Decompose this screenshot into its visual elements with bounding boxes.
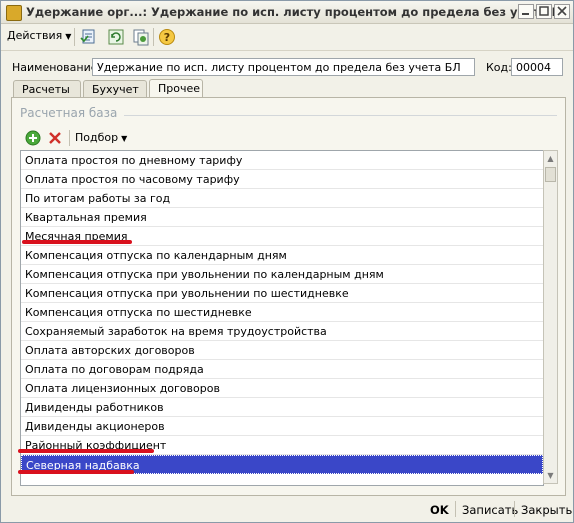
copy-record-icon <box>133 29 149 46</box>
list-item[interactable]: Компенсация отпуска при увольнении по ка… <box>21 265 543 284</box>
delete-item-button[interactable] <box>47 129 63 147</box>
add-icon <box>25 130 41 146</box>
scroll-down-icon[interactable]: ▼ <box>544 469 557 482</box>
refresh-button[interactable] <box>107 28 125 46</box>
actions-menu[interactable]: Действия ▼ <box>7 29 71 42</box>
tab-accounting[interactable]: Бухучет <box>83 80 147 97</box>
dropdown-arrow-icon: ▼ <box>121 134 128 143</box>
name-label: Наименование: <box>12 61 102 74</box>
scroll-thumb[interactable] <box>545 167 556 182</box>
list-item[interactable]: Компенсация отпуска по календарным дням <box>21 246 543 265</box>
name-field[interactable]: Удержание по исп. листу процентом до пре… <box>92 58 475 76</box>
list-item[interactable]: Оплата простоя по дневному тарифу <box>21 151 543 170</box>
list-item[interactable]: Компенсация отпуска по шестидневке <box>21 303 543 322</box>
list-scrollbar[interactable]: ▲ ▼ <box>543 150 558 484</box>
svg-text:?: ? <box>164 31 170 44</box>
list-item[interactable]: Дивиденды акционеров <box>21 417 543 436</box>
toolbar-separator <box>74 28 75 46</box>
toolbar-separator <box>153 28 154 46</box>
help-icon: ? <box>159 29 175 45</box>
code-field[interactable]: 00004 <box>511 58 563 76</box>
code-label: Код: <box>486 61 512 74</box>
post-document-button[interactable] <box>80 28 98 46</box>
tab-other[interactable]: Прочее <box>149 79 203 98</box>
close-form-button[interactable]: Закрыть <box>521 503 572 517</box>
delete-icon <box>49 132 61 144</box>
list-item[interactable]: Компенсация отпуска при увольнении по ше… <box>21 284 543 303</box>
close-icon <box>557 6 567 16</box>
add-item-button[interactable] <box>24 129 42 147</box>
save-button[interactable]: Записать <box>462 503 518 517</box>
list-item[interactable]: Квартальная премия <box>21 208 543 227</box>
main-toolbar: Действия ▼ ? <box>1 24 573 51</box>
maximize-icon <box>539 6 549 16</box>
calc-base-group-title: Расчетная база <box>20 106 118 120</box>
copy-record-button[interactable] <box>132 28 150 46</box>
refresh-icon <box>108 29 124 45</box>
highlight-underline <box>18 470 134 474</box>
scroll-up-icon[interactable]: ▲ <box>544 152 557 165</box>
list-item[interactable]: По итогам работы за год <box>21 189 543 208</box>
dropdown-arrow-icon: ▼ <box>65 32 72 41</box>
post-document-icon <box>80 29 95 44</box>
selection-menu[interactable]: Подбор ▼ <box>75 131 127 149</box>
minimize-button[interactable] <box>518 4 534 19</box>
list-item[interactable]: Оплата авторских договоров <box>21 341 543 360</box>
minimize-icon <box>522 13 529 15</box>
list-item[interactable]: Сохраняемый заработок на время трудоустр… <box>21 322 543 341</box>
help-button[interactable]: ? <box>158 28 176 46</box>
window-title: Удержание орг...: Удержание по исп. лист… <box>26 5 570 19</box>
group-divider <box>124 115 557 116</box>
list-item[interactable]: Дивиденды работников <box>21 398 543 417</box>
list-item[interactable]: Оплата лицензионных договоров <box>21 379 543 398</box>
footer-separator <box>455 501 456 517</box>
ok-button[interactable]: OK <box>430 503 449 517</box>
maximize-button[interactable] <box>536 4 552 19</box>
tab-panel-other: Расчетная база Подбор ▼ Оплата простоя по… <box>11 97 566 496</box>
document-app-icon <box>6 5 22 21</box>
tab-calculations[interactable]: Расчеты <box>13 80 81 97</box>
highlight-underline <box>18 449 154 453</box>
calc-base-list[interactable]: Оплата простоя по дневному тарифу Оплата… <box>20 150 544 486</box>
list-item[interactable]: Оплата простоя по часовому тарифу <box>21 170 543 189</box>
list-item[interactable]: Оплата по договорам подряда <box>21 360 543 379</box>
close-button[interactable] <box>554 4 570 19</box>
list-toolbar-separator <box>69 130 70 146</box>
highlight-underline <box>22 240 132 244</box>
selection-menu-label: Подбор <box>75 131 119 144</box>
document-window: Удержание орг...: Удержание по исп. лист… <box>0 0 574 523</box>
title-bar[interactable]: Удержание орг...: Удержание по исп. лист… <box>1 1 573 24</box>
footer-separator <box>514 501 515 517</box>
actions-menu-label: Действия <box>7 29 63 42</box>
